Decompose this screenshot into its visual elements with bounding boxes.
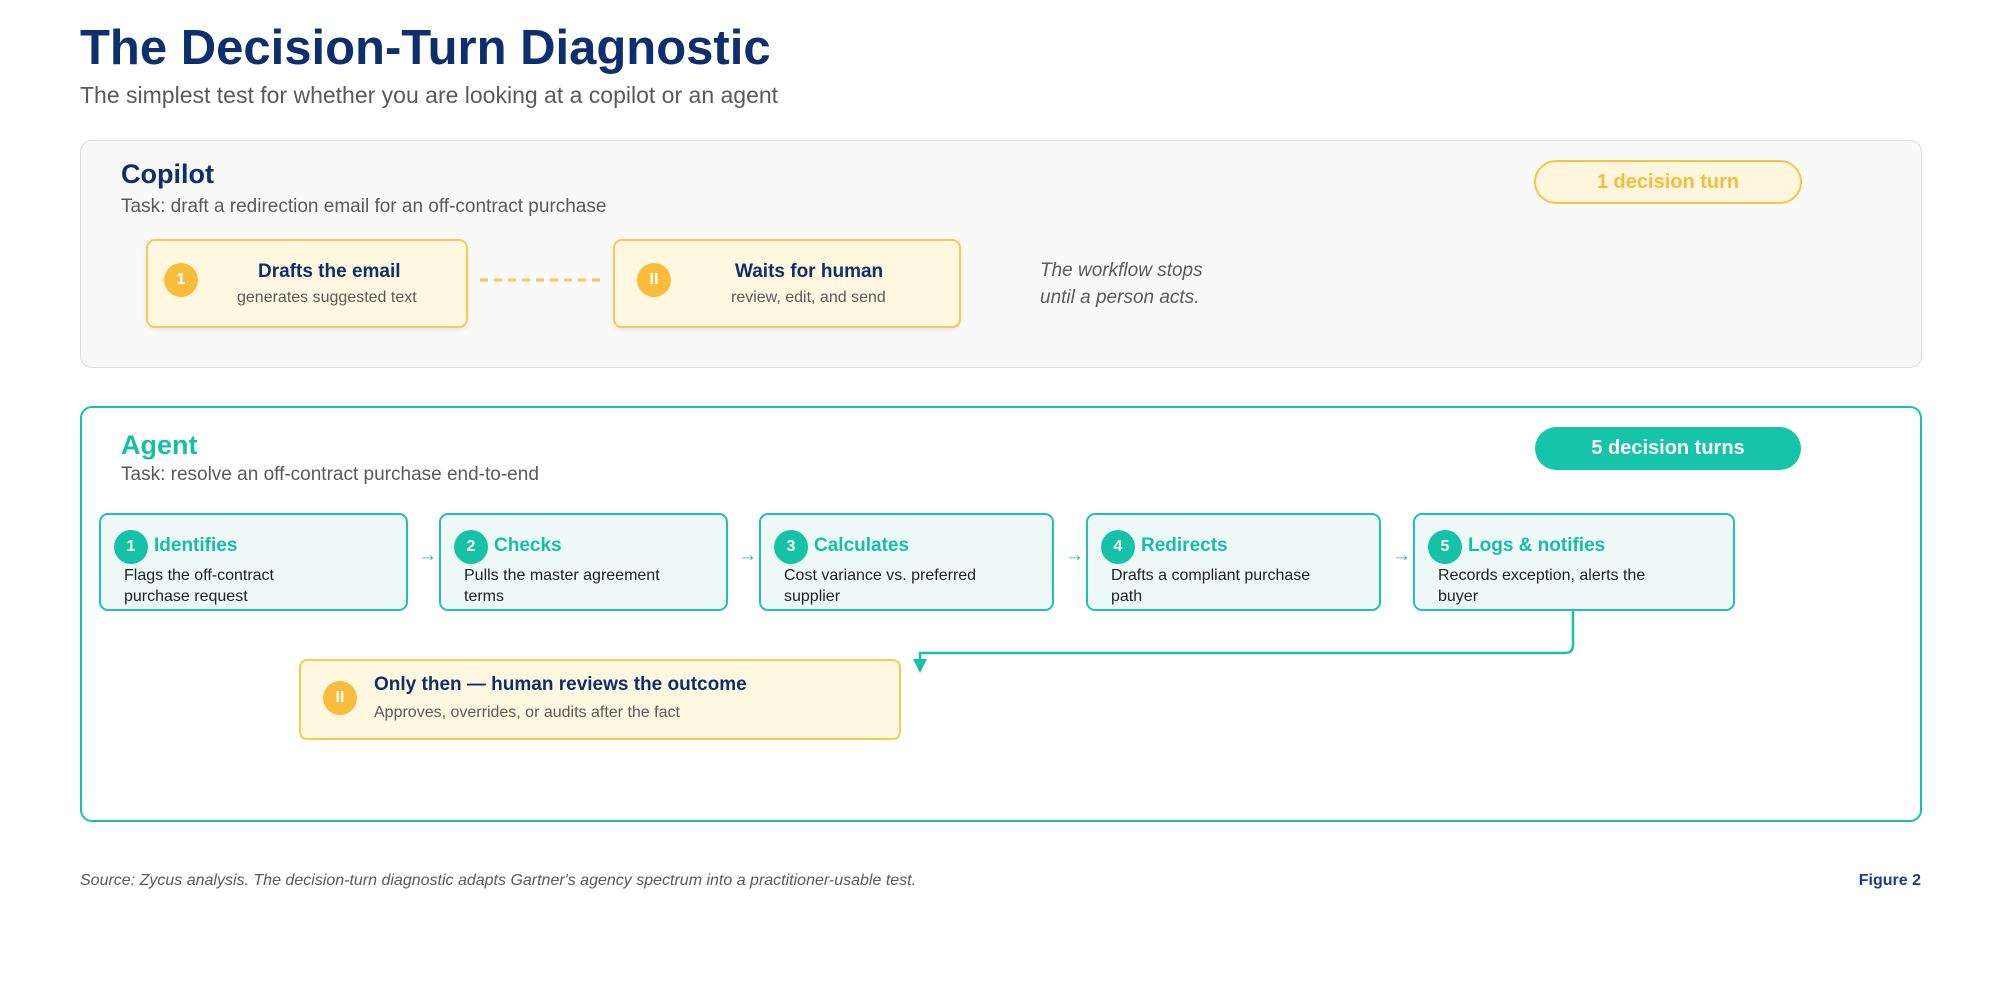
agent-step-redirects: 4 Redirects Drafts a compliant purchase … (1086, 513, 1381, 611)
arrow-right-icon: → (1392, 545, 1411, 566)
step-description: Flags the off-contract purchase request (124, 567, 274, 605)
agent-step-calculates: 3 Calculates Cost variance vs. preferred… (759, 513, 1054, 611)
agent-step-logs-notifies: 5 Logs & notifies Records exception, ale… (1413, 513, 1735, 611)
agent-step-checks: 2 Checks Pulls the master agreement term… (439, 513, 728, 611)
step-title: Logs & notifies (1468, 535, 1606, 556)
step-number-badge: 1 (114, 530, 148, 564)
return-connector (913, 611, 1575, 673)
arrow-right-icon: → (738, 545, 757, 566)
copilot-decision-badge: 1 decision turn (1534, 160, 1802, 204)
step-description: Records exception, alerts the buyer (1438, 567, 1646, 605)
step-description: Drafts a compliant purchase path (1111, 567, 1311, 605)
arrow-down-icon (913, 659, 927, 673)
figure-label: Figure 2 (1858, 872, 1921, 889)
step-title: Waits for human (735, 261, 884, 282)
copilot-task: Task: draft a redirection email for an o… (121, 196, 607, 217)
arrow-right-icon: → (1065, 545, 1084, 566)
human-review-title: Only then — human reviews the outcome (374, 674, 747, 695)
step-title: Calculates (814, 535, 910, 556)
page-subtitle: The simplest test for whether you are lo… (80, 82, 779, 108)
step-description: Pulls the master agreement terms (464, 567, 660, 605)
step-title: Identifies (154, 535, 238, 556)
agent-step-identifies: 1 Identifies Flags the off-contract purc… (99, 513, 408, 611)
copilot-note-line2: until a person acts. (1040, 287, 1200, 308)
human-step-badge: II (323, 681, 357, 715)
agent-human-review: II Only then — human reviews the outcome… (299, 659, 901, 740)
human-step-badge: II (637, 263, 671, 297)
copilot-note: The workflow stops until a person acts. (1040, 257, 1203, 311)
arrow-right-icon: → (418, 545, 437, 566)
step-subtitle: review, edit, and send (731, 289, 886, 306)
agent-task: Task: resolve an off-contract purchase e… (121, 464, 539, 485)
agent-decision-badge: 5 decision turns (1535, 427, 1801, 470)
step-title: Redirects (1141, 535, 1228, 556)
page-title: The Decision-Turn Diagnostic (80, 21, 771, 75)
step-title: Drafts the email (258, 261, 401, 282)
step-number-badge: 2 (454, 530, 488, 564)
step-number-badge: 4 (1101, 530, 1135, 564)
copilot-step-draft: 1 Drafts the email generates suggested t… (146, 239, 468, 328)
step-number-badge: 5 (1428, 530, 1462, 564)
source-note: Source: Zycus analysis. The decision-tur… (80, 872, 917, 889)
step-subtitle: generates suggested text (237, 289, 417, 306)
step-title: Checks (494, 535, 562, 556)
copilot-title: Copilot (121, 159, 214, 189)
step-description: Cost variance vs. preferred supplier (784, 567, 977, 605)
step-number-badge: 1 (164, 263, 198, 297)
copilot-step-wait-human: II Waits for human review, edit, and sen… (613, 239, 961, 328)
agent-title: Agent (121, 430, 198, 460)
step-number-badge: 3 (774, 530, 808, 564)
human-review-subtitle: Approves, overrides, or audits after the… (374, 704, 680, 721)
copilot-note-line1: The workflow stops (1040, 260, 1203, 281)
copilot-dashed-connector (480, 278, 602, 282)
